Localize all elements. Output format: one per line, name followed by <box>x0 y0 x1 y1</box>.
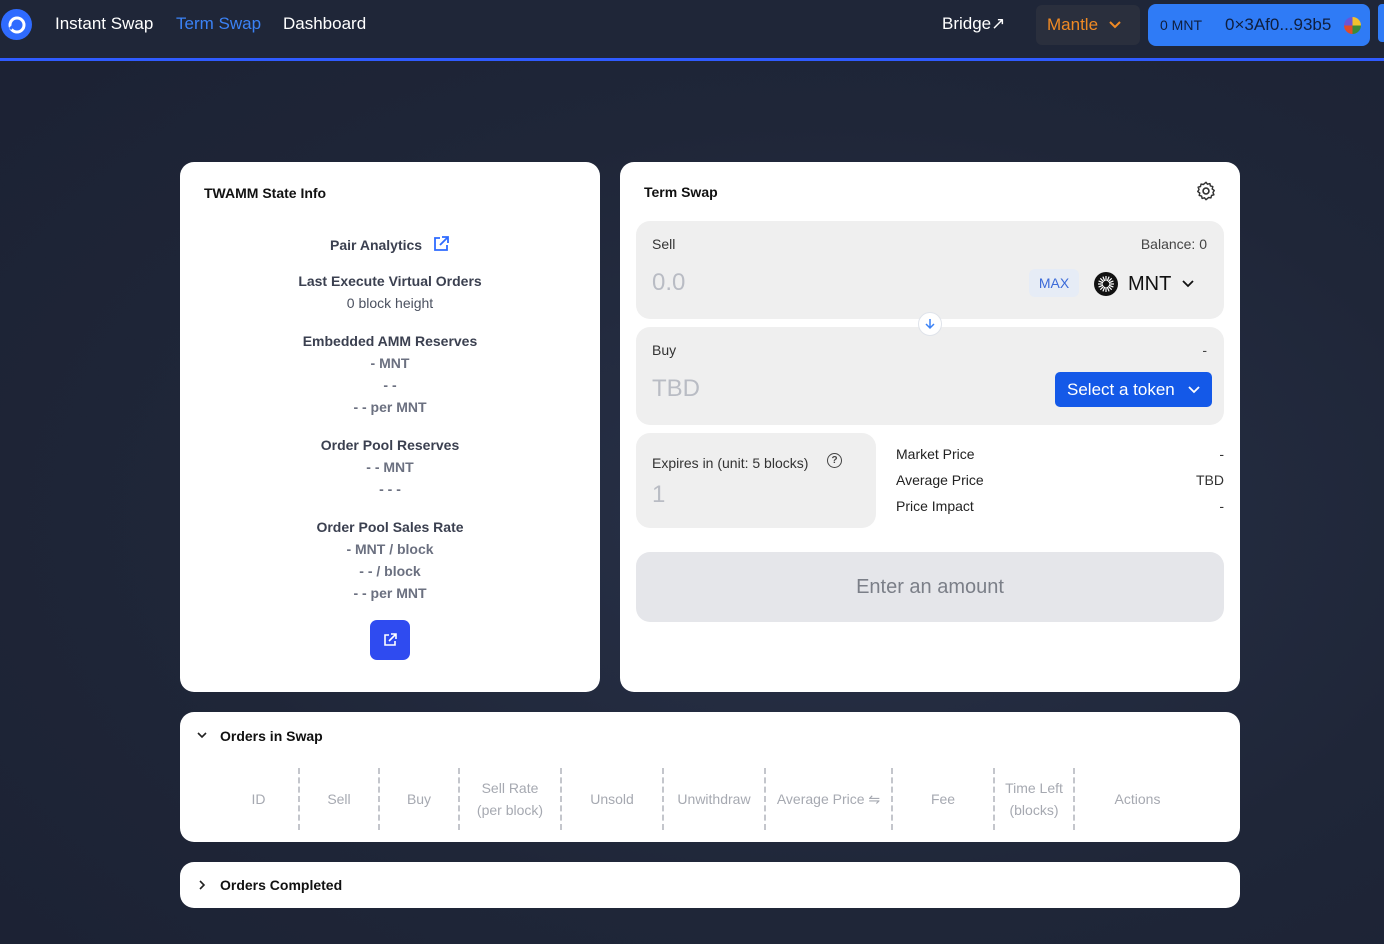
last-execute-title: Last Execute Virtual Orders <box>298 273 482 289</box>
max-button[interactable]: MAX <box>1029 269 1079 297</box>
pair-analytics-row[interactable]: Pair Analytics <box>180 235 600 253</box>
orders-table-header: ID Sell Buy Sell Rate (per block) Unsold… <box>180 768 1240 832</box>
column-header: Unwithdraw <box>677 791 751 807</box>
pool-reserves-title: Order Pool Reserves <box>320 437 460 453</box>
stat-label: Market Price <box>896 446 975 462</box>
last-execute-value: 0 block height <box>346 295 434 311</box>
sell-token-name: MNT <box>1128 272 1172 295</box>
enter-amount-button[interactable]: Enter an amount <box>636 552 1224 622</box>
external-link-icon <box>384 633 397 646</box>
swap-title: Term Swap <box>644 184 718 200</box>
expires-label: Expires in (unit: 5 blocks) <box>652 455 809 471</box>
expires-panel: Expires in (unit: 5 blocks) ? 1 <box>636 433 876 528</box>
select-token-button[interactable]: Select a token <box>1055 372 1212 407</box>
wallet-avatar <box>1344 17 1361 34</box>
sales-rate-row: - - per MNT <box>353 585 427 601</box>
buy-panel: Buy - TBD Select a token <box>636 327 1224 425</box>
amm-reserves-title: Embedded AMM Reserves <box>302 333 478 349</box>
arrow-down-icon <box>925 319 935 330</box>
wallet-address: 0×3Af0...93b5 <box>1225 15 1332 34</box>
orders-title[interactable]: Orders in Swap <box>220 728 323 744</box>
amm-reserve-row: - - <box>383 377 397 393</box>
gear-icon[interactable] <box>1195 180 1217 202</box>
chevron-down-icon <box>1109 21 1121 29</box>
mnt-token-icon <box>1094 272 1118 296</box>
chevron-down-icon[interactable] <box>196 729 208 741</box>
select-token-label: Select a token <box>1067 379 1175 399</box>
column-header: Sell <box>327 791 351 807</box>
stat-label: Price Impact <box>896 498 974 514</box>
settings-edge-button[interactable] <box>1378 4 1384 42</box>
stat-value: - <box>1219 446 1224 462</box>
sell-balance: Balance: 0 <box>1140 236 1207 252</box>
wallet-button[interactable]: 0 MNT 0×3Af0...93b5 <box>1148 4 1370 46</box>
expires-input[interactable]: 1 <box>652 481 665 509</box>
stat-value: - <box>1219 498 1224 514</box>
pool-reserve-row: - - MNT <box>366 459 414 475</box>
sales-rate-row: - - / block <box>359 563 421 579</box>
app-logo-icon[interactable] <box>1 9 32 40</box>
open-external-button[interactable] <box>370 620 410 660</box>
average-price-row: Average Price TBD <box>896 472 1224 488</box>
wallet-balance: 0 MNT <box>1160 17 1202 33</box>
amm-reserve-row: - - per MNT <box>353 399 427 415</box>
sell-label: Sell <box>652 236 676 252</box>
sales-rate-row: - MNT / block <box>346 541 434 557</box>
help-icon[interactable]: ? <box>827 453 842 468</box>
nav-bridge-link[interactable]: Bridge↗ <box>942 14 1005 34</box>
column-header: Time Left (blocks) <box>1005 780 1063 818</box>
amm-reserve-row: - MNT <box>370 355 410 371</box>
nav-term-swap[interactable]: Term Swap <box>176 14 261 34</box>
chain-selector-button[interactable]: Mantle <box>1036 5 1140 45</box>
chevron-down-icon <box>1188 385 1200 393</box>
column-header: ID <box>251 791 266 807</box>
buy-balance: - <box>1202 342 1207 358</box>
price-impact-row: Price Impact - <box>896 498 1224 514</box>
info-title: TWAMM State Info <box>204 185 327 201</box>
market-price-row: Market Price - <box>896 446 1224 462</box>
column-header: Unsold <box>590 791 634 807</box>
average-price-sort-header[interactable]: Average Price ⇋ <box>766 768 891 830</box>
orders-completed-title[interactable]: Orders Completed <box>220 877 342 893</box>
nav-instant-swap[interactable]: Instant Swap <box>55 14 153 34</box>
chain-name: Mantle <box>1047 15 1099 34</box>
column-header: Sell Rate (per block) <box>476 780 544 818</box>
chevron-right-icon[interactable] <box>196 879 208 891</box>
sell-amount-input[interactable]: 0.0 <box>652 269 685 297</box>
pool-reserve-row: - - - <box>379 481 401 497</box>
swap-direction-button[interactable] <box>918 312 942 336</box>
external-link-icon[interactable] <box>432 235 450 253</box>
term-swap-card: Term Swap Sell Balance: 0 0.0 MAX MNT Bu… <box>620 162 1240 692</box>
column-header: Actions <box>1114 791 1161 807</box>
sales-rate-title: Order Pool Sales Rate <box>316 519 464 535</box>
chevron-down-icon <box>1182 280 1194 288</box>
twamm-state-info-card: TWAMM State Info Pair Analytics Last Exe… <box>180 162 600 692</box>
stat-value: TBD <box>1196 472 1224 488</box>
pair-analytics-link[interactable]: Pair Analytics <box>330 237 422 253</box>
column-header: Fee <box>930 791 956 807</box>
column-header: Buy <box>406 791 432 807</box>
stat-label: Average Price <box>896 472 984 488</box>
orders-completed-card[interactable]: Orders Completed <box>180 862 1240 908</box>
buy-label: Buy <box>652 342 677 358</box>
nav-dashboard[interactable]: Dashboard <box>283 14 366 34</box>
sell-token-selector[interactable]: MNT <box>1094 270 1195 298</box>
buy-amount-input[interactable]: TBD <box>652 375 700 403</box>
top-navigation: Instant Swap Term Swap Dashboard Bridge↗… <box>0 0 1384 61</box>
orders-in-swap-card: Orders in Swap ID Sell Buy Sell Rate (pe… <box>180 712 1240 842</box>
sell-panel: Sell Balance: 0 0.0 MAX MNT <box>636 221 1224 319</box>
